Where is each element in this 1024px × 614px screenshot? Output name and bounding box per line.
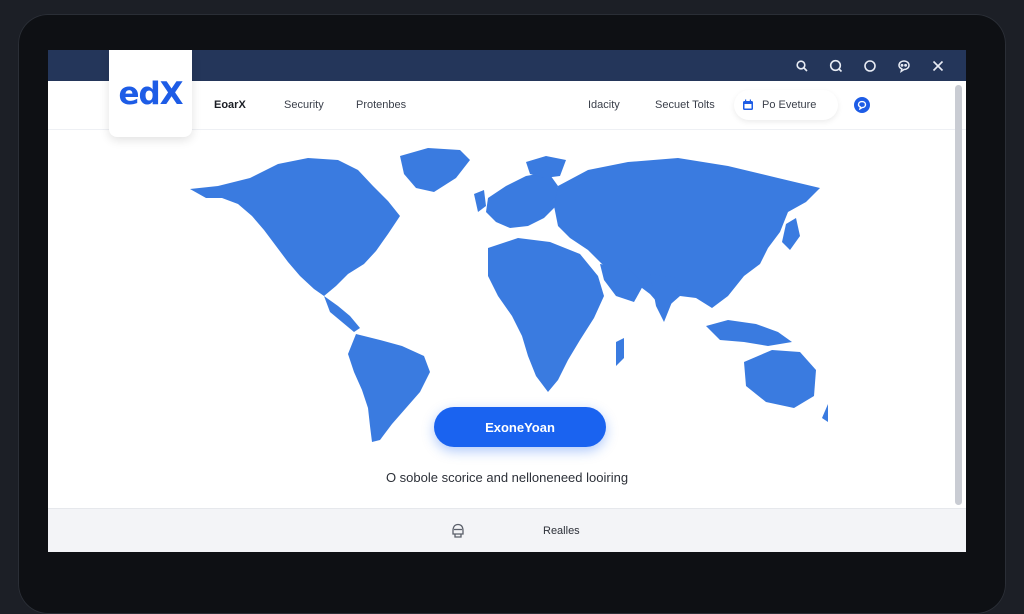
nav-link-security[interactable]: Security: [284, 81, 324, 129]
nav-brand-link[interactable]: EoarX: [214, 81, 246, 129]
continent-south-america: [348, 334, 430, 442]
continent-greenland: [400, 148, 470, 192]
continent-africa: [488, 238, 604, 392]
continent-europe: [486, 172, 558, 228]
footer-label[interactable]: Realles: [543, 509, 580, 552]
logo: edX: [118, 75, 183, 112]
vertical-scrollbar[interactable]: [955, 85, 962, 505]
circle-icon[interactable]: [860, 56, 880, 76]
nav-link-protenbes[interactable]: Protenbes: [356, 81, 406, 129]
continent-scandinavia: [526, 156, 566, 178]
feature-pill-label: Po Eveture: [762, 99, 817, 111]
footer-bar: Realles: [48, 508, 966, 552]
hero-tagline: O sobole scorice and nelloneneed looirin…: [385, 470, 629, 485]
continent-madagascar: [616, 338, 624, 366]
primary-cta-button[interactable]: ExoneYoan: [434, 407, 606, 447]
titlebar-controls: [792, 50, 948, 81]
continent-southeast-asia-islands: [706, 320, 792, 346]
continent-north-america: [190, 158, 400, 296]
app-window: edX EoarX Security Protenbes Idacity Sec…: [48, 50, 966, 552]
continent-new-zealand: [822, 404, 834, 422]
world-map: [188, 146, 834, 446]
world-map-graphic: [190, 148, 834, 442]
zoom-icon[interactable]: [826, 56, 846, 76]
calendar-icon: [742, 99, 754, 111]
close-icon[interactable]: [928, 56, 948, 76]
continent-japan: [782, 218, 800, 250]
helmet-icon[interactable]: [450, 522, 466, 540]
feature-pill-button[interactable]: Po Eveture: [734, 90, 838, 120]
chat-bubble-icon[interactable]: [854, 97, 870, 113]
continent-central-america: [324, 296, 360, 332]
continent-uk: [474, 190, 486, 212]
chat-icon[interactable]: [894, 56, 914, 76]
search-icon[interactable]: [792, 56, 812, 76]
nav-link-secuet-tolts[interactable]: Secuet Tolts: [655, 81, 715, 129]
logo-card[interactable]: edX: [109, 50, 192, 137]
nav-link-idacity[interactable]: Idacity: [588, 81, 620, 129]
scrollbar-thumb[interactable]: [955, 85, 962, 505]
continent-australia: [744, 350, 816, 408]
